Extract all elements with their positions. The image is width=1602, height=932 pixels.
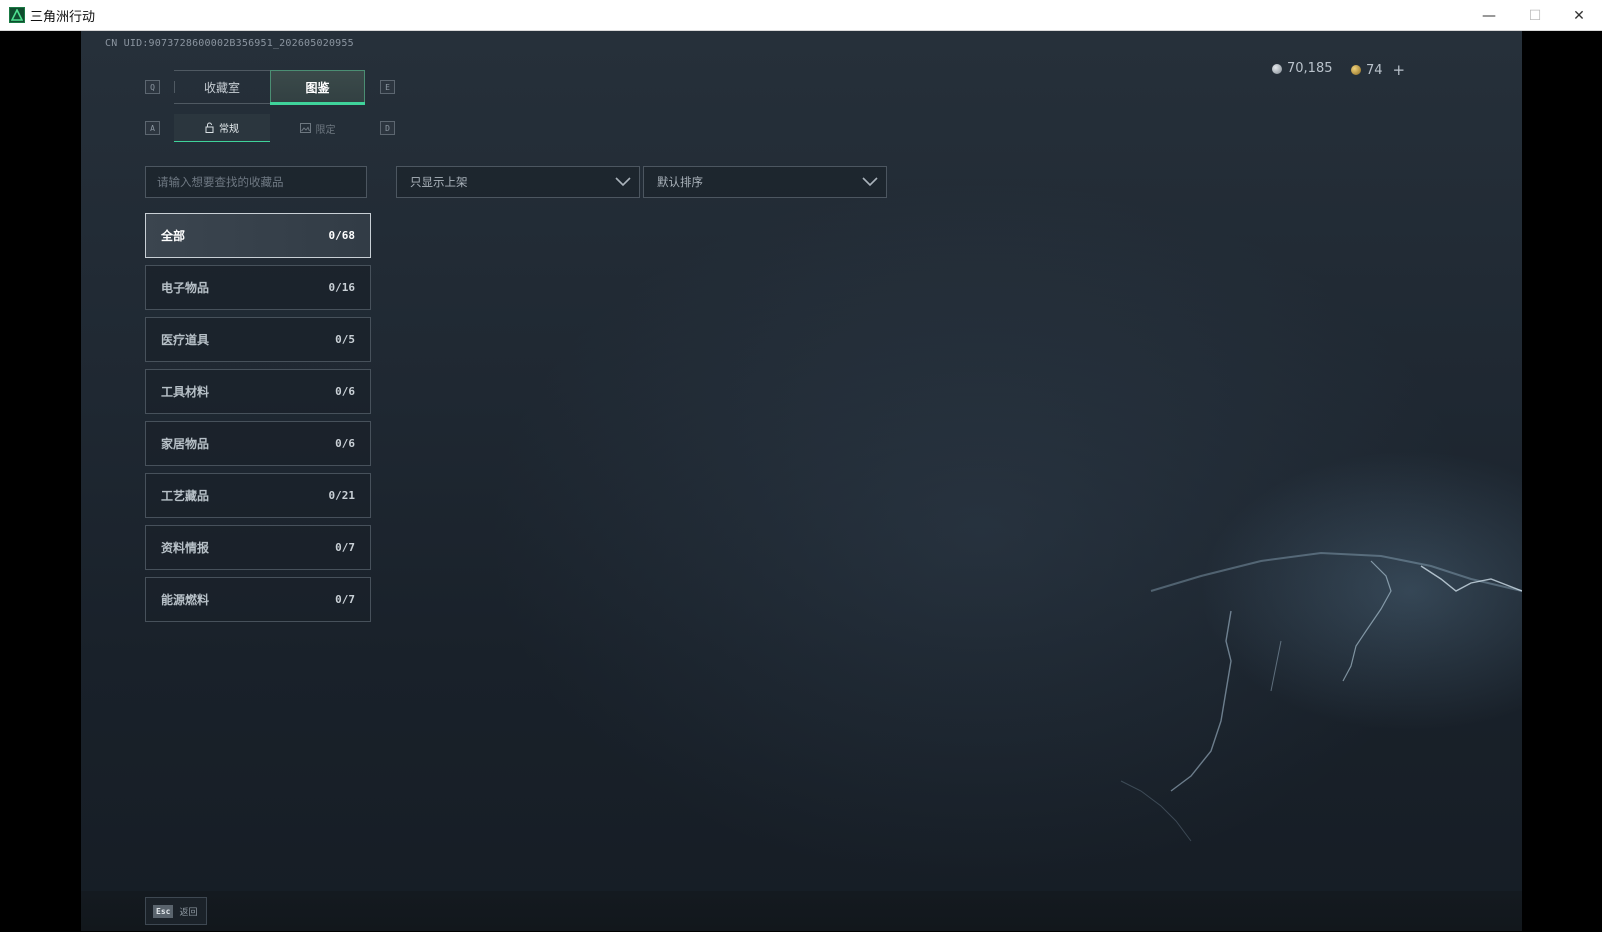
- search-input[interactable]: [146, 167, 366, 197]
- category-count: 0/21: [328, 489, 356, 502]
- category-all[interactable]: 全部 0/68: [145, 213, 371, 258]
- category-label: 工艺藏品: [161, 489, 210, 503]
- category-household[interactable]: 家居物品 0/6: [145, 421, 371, 466]
- minimize-icon: —: [1482, 7, 1496, 24]
- category-intel[interactable]: 资料情报 0/7: [145, 525, 371, 570]
- window-titlebar: 三角洲行动 — ☐ ✕: [0, 0, 1602, 31]
- category-count: 0/5: [335, 333, 355, 346]
- gold-coin-icon: [1351, 65, 1361, 75]
- subtab-regular-label: 常规: [219, 124, 239, 135]
- category-count: 0/7: [335, 593, 355, 606]
- tab-collection-room[interactable]: 收藏室: [174, 70, 270, 104]
- category-electronics[interactable]: 电子物品 0/16: [145, 265, 371, 310]
- category-count: 0/7: [335, 541, 355, 554]
- category-label: 全部: [161, 229, 186, 243]
- category-count: 0/6: [335, 385, 355, 398]
- subtab-next-key-hint: D: [380, 121, 395, 135]
- bottom-bar: Esc 返回: [81, 891, 1522, 931]
- player-uid: CN UID:9073728600002B356951_202605020955: [105, 38, 354, 49]
- back-button[interactable]: Esc 返回: [145, 897, 207, 925]
- availability-filter-dropdown[interactable]: 只显示上架: [396, 166, 640, 198]
- subtab-limited[interactable]: 限定: [270, 114, 365, 142]
- category-label: 电子物品: [161, 281, 210, 295]
- tab-prev-key-hint: Q: [145, 80, 160, 94]
- category-count: 0/16: [328, 281, 356, 294]
- chevron-down-icon: [862, 177, 878, 187]
- category-label: 家居物品: [161, 437, 210, 451]
- category-crafts[interactable]: 工艺藏品 0/21: [145, 473, 371, 518]
- currency-silver: 70,185: [1272, 61, 1333, 76]
- category-tools[interactable]: 工具材料 0/6: [145, 369, 371, 414]
- sort-value: 默认排序: [657, 175, 703, 189]
- availability-filter-value: 只显示上架: [410, 175, 468, 189]
- silver-coin-icon: [1272, 63, 1282, 74]
- lock-open-icon: [205, 122, 214, 133]
- currency-gold: 74 +: [1351, 61, 1405, 79]
- category-energy[interactable]: 能源燃料 0/7: [145, 577, 371, 622]
- sort-dropdown[interactable]: 默认排序: [643, 166, 887, 198]
- image-icon: [299, 123, 311, 133]
- category-label: 能源燃料: [161, 593, 210, 607]
- currency-gold-value: 74: [1366, 62, 1383, 78]
- category-label: 资料情报: [161, 541, 210, 555]
- category-medical[interactable]: 医疗道具 0/5: [145, 317, 371, 362]
- subtab-limited-label: 限定: [315, 124, 336, 136]
- subtab-regular[interactable]: 常规: [174, 114, 270, 142]
- maximize-button[interactable]: ☐: [1512, 0, 1558, 31]
- tab-catalog[interactable]: 图鉴: [270, 70, 365, 105]
- chevron-down-icon: [615, 177, 631, 187]
- category-label: 工具材料: [161, 385, 210, 399]
- window-title: 三角洲行动: [30, 10, 96, 25]
- subtab-prev-key-hint: A: [145, 121, 160, 135]
- category-label: 医疗道具: [161, 333, 210, 347]
- game-viewport: CN UID:9073728600002B356951_202605020955…: [1, 31, 1601, 931]
- app-logo-icon: [9, 7, 25, 23]
- add-currency-button[interactable]: +: [1393, 61, 1406, 79]
- category-count: 0/6: [335, 437, 355, 450]
- esc-key-hint: Esc: [153, 904, 174, 918]
- close-button[interactable]: ✕: [1556, 0, 1602, 31]
- minimize-button[interactable]: —: [1466, 0, 1512, 31]
- tab-catalog-label: 图鉴: [305, 80, 330, 95]
- game-screen: CN UID:9073728600002B356951_202605020955…: [81, 31, 1522, 931]
- collection-search: [145, 166, 367, 198]
- category-count: 0/68: [328, 229, 356, 242]
- currency-silver-value: 70,185: [1287, 61, 1333, 76]
- close-icon: ✕: [1573, 7, 1585, 24]
- back-label: 返回: [179, 907, 198, 918]
- maximize-icon: ☐: [1528, 7, 1542, 24]
- tab-next-key-hint: E: [380, 80, 395, 94]
